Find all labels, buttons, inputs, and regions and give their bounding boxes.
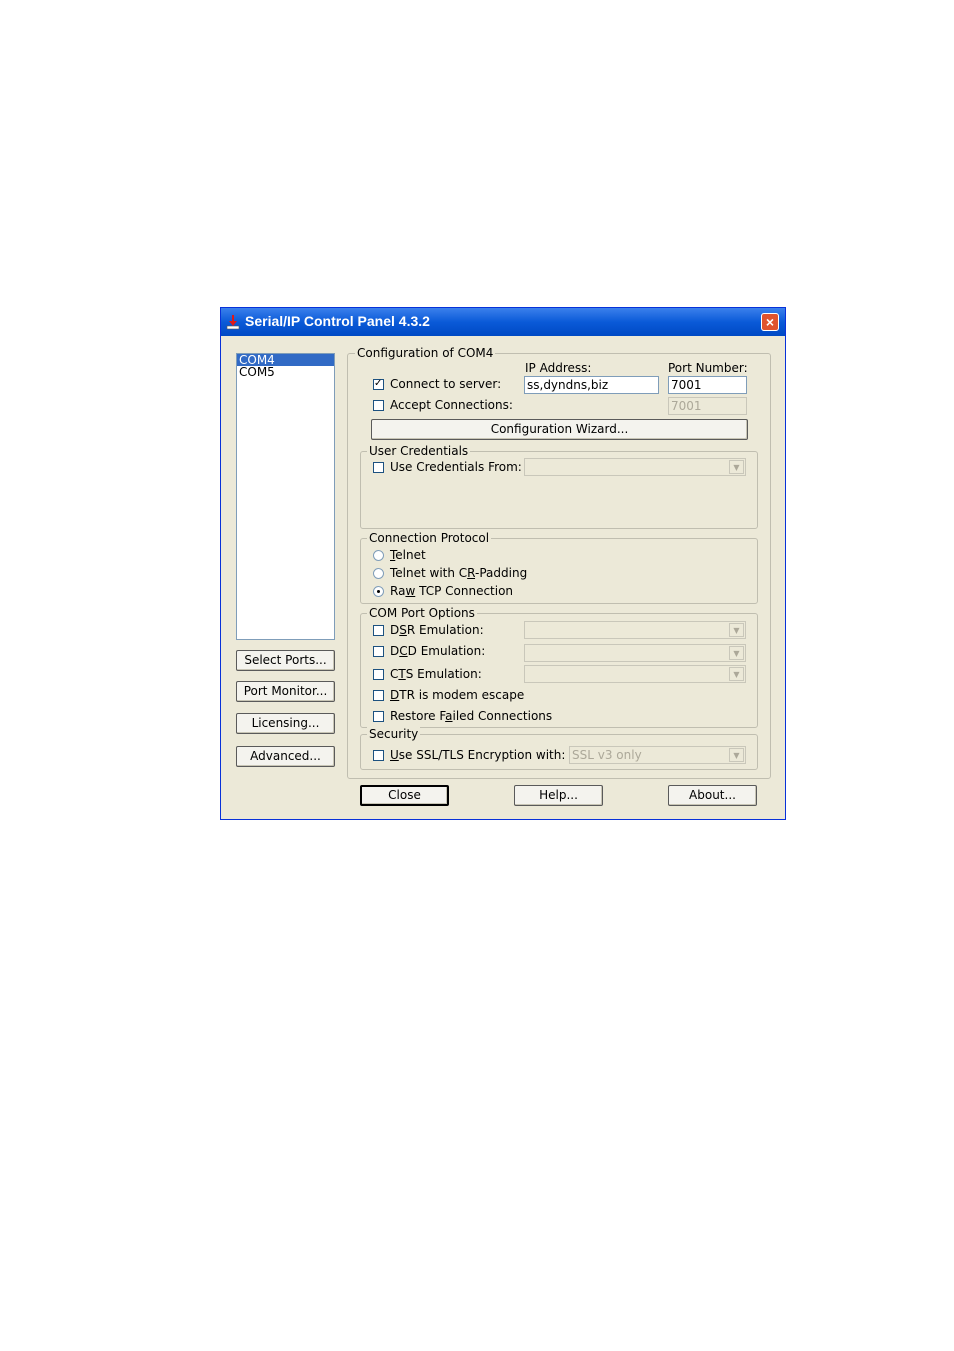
dcd-emulation-label: DCD Emulation: bbox=[390, 644, 486, 658]
advanced-button[interactable]: Advanced... bbox=[236, 746, 335, 767]
dcd-emulation-checkbox[interactable] bbox=[373, 646, 384, 657]
accept-connections-checkbox[interactable] bbox=[373, 400, 384, 411]
telnet-cr-padding-radio[interactable] bbox=[373, 568, 384, 579]
chevron-down-icon[interactable]: ▼ bbox=[729, 667, 744, 681]
use-credentials-label: Use Credentials From: bbox=[390, 460, 522, 474]
restore-failed-connections-label: Restore Failed Connections bbox=[390, 709, 553, 723]
connect-to-server-checkbox[interactable] bbox=[373, 377, 384, 391]
user-credentials-group-label: User Credentials bbox=[367, 444, 471, 458]
port-list[interactable]: COM4 COM5 bbox=[236, 353, 335, 640]
close-icon: × bbox=[765, 314, 775, 330]
port-number-input[interactable]: 7001 bbox=[668, 376, 747, 394]
chevron-down-icon[interactable]: ▼ bbox=[729, 748, 744, 762]
serial-ip-app-icon bbox=[226, 315, 240, 330]
accept-connections-label: Accept Connections: bbox=[390, 398, 513, 412]
dtr-modem-escape-label: DTR is modem escape bbox=[390, 688, 525, 702]
dcd-emulation-select[interactable]: ▼ bbox=[524, 644, 746, 662]
dsr-emulation-label: DSR Emulation: bbox=[390, 623, 484, 637]
select-ports-button[interactable]: Select Ports... bbox=[236, 650, 335, 671]
cts-emulation-label: CTS Emulation: bbox=[390, 667, 482, 681]
port-list-item-com5[interactable]: COM5 bbox=[237, 366, 334, 378]
port-monitor-button[interactable]: Port Monitor... bbox=[236, 681, 335, 702]
ssl-version-select[interactable]: SSL v3 only ▼ bbox=[569, 746, 746, 764]
credentials-source-select[interactable]: ▼ bbox=[524, 458, 746, 476]
raw-tcp-radio[interactable] bbox=[373, 586, 384, 597]
connection-protocol-group-label: Connection Protocol bbox=[367, 531, 492, 545]
licensing-button[interactable]: Licensing... bbox=[236, 713, 335, 734]
security-group-label: Security bbox=[367, 727, 421, 741]
cts-emulation-checkbox[interactable] bbox=[373, 669, 384, 680]
telnet-radio[interactable] bbox=[373, 550, 384, 561]
accept-port-input[interactable]: 7001 bbox=[668, 397, 747, 415]
ssl-tls-checkbox[interactable] bbox=[373, 750, 384, 761]
close-window-button[interactable]: × bbox=[761, 313, 779, 331]
dsr-emulation-checkbox[interactable] bbox=[373, 625, 384, 636]
ip-address-label: IP Address: bbox=[525, 361, 592, 375]
window-title: Serial/IP Control Panel 4.3.2 bbox=[245, 313, 430, 329]
ssl-version-value: SSL v3 only bbox=[572, 748, 642, 762]
close-button[interactable]: Close bbox=[360, 785, 449, 806]
title-bar[interactable]: Serial/IP Control Panel 4.3.2 × bbox=[221, 308, 785, 336]
chevron-down-icon[interactable]: ▼ bbox=[729, 460, 744, 474]
configuration-group-label: Configuration of COM4 bbox=[355, 346, 496, 360]
chevron-down-icon[interactable]: ▼ bbox=[729, 646, 744, 660]
connect-to-server-label: Connect to server: bbox=[390, 377, 502, 391]
help-button[interactable]: Help... bbox=[514, 785, 603, 806]
dsr-emulation-select[interactable]: ▼ bbox=[524, 621, 746, 639]
dtr-modem-escape-checkbox[interactable] bbox=[373, 690, 384, 701]
port-number-label: Port Number: bbox=[668, 361, 748, 375]
restore-failed-connections-checkbox[interactable] bbox=[373, 711, 384, 722]
telnet-label: Telnet bbox=[390, 548, 426, 562]
telnet-cr-padding-label: Telnet with CR-Padding bbox=[390, 566, 528, 580]
chevron-down-icon[interactable]: ▼ bbox=[729, 623, 744, 637]
serial-ip-control-panel-window: Serial/IP Control Panel 4.3.2 × COM4 COM… bbox=[220, 307, 786, 820]
com-port-options-group-label: COM Port Options bbox=[367, 606, 477, 620]
configuration-wizard-button[interactable]: Configuration Wizard... bbox=[371, 419, 748, 440]
use-credentials-checkbox[interactable] bbox=[373, 462, 384, 473]
ssl-tls-label: Use SSL/TLS Encryption with: bbox=[390, 748, 566, 762]
about-button[interactable]: About... bbox=[668, 785, 757, 806]
cts-emulation-select[interactable]: ▼ bbox=[524, 665, 746, 683]
ip-address-input[interactable]: ss,dyndns,biz bbox=[524, 376, 659, 394]
raw-tcp-label: Raw TCP Connection bbox=[390, 584, 514, 598]
